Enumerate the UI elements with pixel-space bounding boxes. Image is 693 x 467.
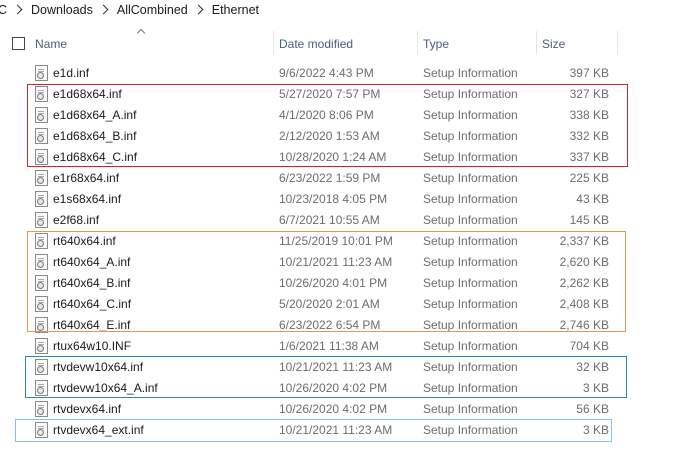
chevron-right-icon[interactable] [193, 4, 204, 15]
file-size: 397 KB [569, 66, 609, 80]
file-size: 43 KB [576, 192, 609, 206]
file-row[interactable]: e1d.inf 9/6/2022 4:43 PM Setup Informati… [0, 62, 693, 83]
file-date-modified: 9/6/2022 4:43 PM [279, 66, 374, 80]
column-divider[interactable] [273, 31, 274, 55]
breadcrumb-item-root[interactable]: C [0, 3, 7, 17]
file-row[interactable]: e1r68x64.inf 6/23/2022 1:59 PM Setup Inf… [0, 167, 693, 188]
column-header-type[interactable]: Type [423, 37, 449, 51]
file-name: e1r68x64.inf [53, 171, 120, 185]
highlight-box-red [27, 84, 628, 167]
file-row[interactable]: rtux64w10.INF 1/6/2021 11:38 AM Setup In… [0, 335, 693, 356]
chevron-right-icon[interactable] [12, 4, 23, 15]
file-explorer-window: C Downloads AllCombined Ethernet Name Da… [0, 0, 693, 467]
setup-information-file-icon [35, 191, 48, 207]
chevron-right-icon[interactable] [98, 4, 109, 15]
file-name: e1d.inf [53, 66, 90, 80]
column-divider[interactable] [417, 31, 418, 55]
column-header: Name Date modified Type Size [0, 28, 693, 60]
file-type: Setup Information [423, 402, 518, 416]
file-name: rtux64w10.INF [53, 339, 132, 353]
setup-information-file-icon [35, 338, 48, 354]
setup-information-file-icon [35, 401, 48, 417]
file-row[interactable]: rtvdevx64.inf 10/26/2020 4:02 PM Setup I… [0, 398, 693, 419]
highlight-box-teal [25, 356, 627, 398]
file-date-modified: 10/23/2018 4:05 PM [279, 192, 388, 206]
sort-ascending-icon [136, 28, 146, 38]
file-size: 145 KB [569, 213, 609, 227]
file-type: Setup Information [423, 339, 518, 353]
breadcrumb-item-ethernet[interactable]: Ethernet [212, 3, 259, 17]
file-size: 56 KB [576, 402, 609, 416]
file-type: Setup Information [423, 192, 518, 206]
select-all-checkbox[interactable] [12, 37, 25, 50]
file-row[interactable]: e1s68x64.inf 10/23/2018 4:05 PM Setup In… [0, 188, 693, 209]
column-header-name[interactable]: Name [35, 37, 67, 51]
setup-information-file-icon [35, 170, 48, 186]
file-date-modified: 6/7/2021 10:55 AM [279, 213, 380, 227]
breadcrumb-item-allcombined[interactable]: AllCombined [117, 3, 188, 17]
file-name: e2f68.inf [53, 213, 100, 227]
file-type: Setup Information [423, 171, 518, 185]
breadcrumb: C Downloads AllCombined Ethernet [0, 0, 693, 19]
file-date-modified: 6/23/2022 1:59 PM [279, 171, 381, 185]
file-date-modified: 10/26/2020 4:02 PM [279, 402, 388, 416]
file-size: 704 KB [569, 339, 609, 353]
file-type: Setup Information [423, 213, 518, 227]
column-header-date-modified[interactable]: Date modified [279, 37, 353, 51]
file-date-modified: 1/6/2021 11:38 AM [279, 339, 379, 353]
file-size: 225 KB [569, 171, 609, 185]
breadcrumb-item-downloads[interactable]: Downloads [31, 3, 93, 17]
file-type: Setup Information [423, 66, 518, 80]
file-name: rtvdevx64.inf [53, 402, 122, 416]
file-row[interactable]: e2f68.inf 6/7/2021 10:55 AM Setup Inform… [0, 209, 693, 230]
column-divider[interactable] [536, 31, 537, 55]
highlight-box-light-blue [15, 419, 612, 442]
column-divider[interactable] [617, 31, 618, 55]
file-name: e1s68x64.inf [53, 192, 122, 206]
setup-information-file-icon [35, 65, 48, 81]
highlight-box-orange [27, 231, 626, 332]
setup-information-file-icon [35, 212, 48, 228]
column-header-size[interactable]: Size [542, 37, 565, 51]
